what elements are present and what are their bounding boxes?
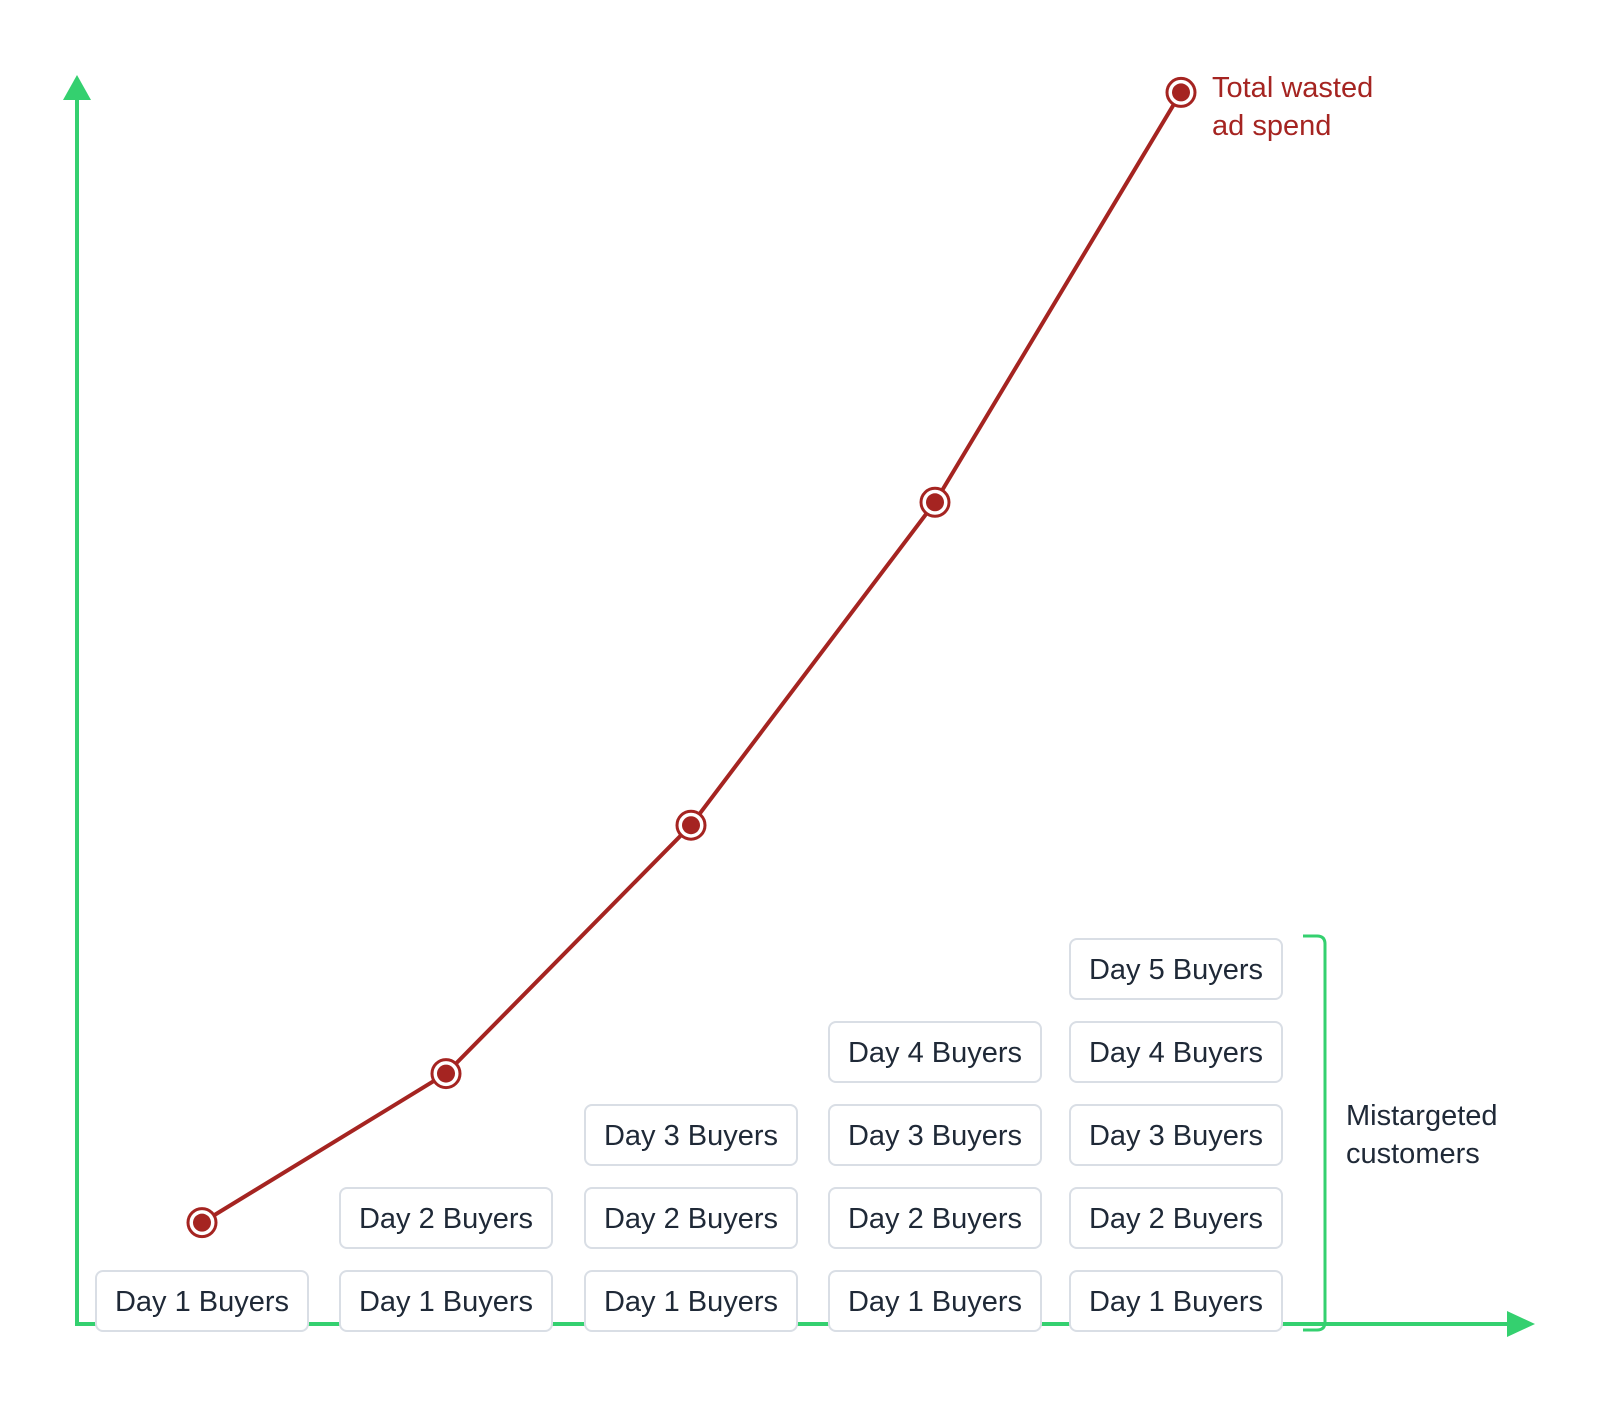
data-point-day-1 [186, 1207, 218, 1239]
mistargeted-bracket [1303, 934, 1327, 1332]
bracket-label-line-2: customers [1346, 1138, 1480, 1170]
buyer-box-label: Day 1 Buyers [115, 1286, 289, 1318]
buyer-box: Day 3 Buyers [828, 1104, 1042, 1166]
buyer-box-label: Day 3 Buyers [848, 1120, 1022, 1152]
buyer-box-label: Day 5 Buyers [1089, 954, 1263, 986]
buyer-stack-day-4: Day 1 Buyers Day 2 Buyers Day 3 Buyers Day … [828, 1021, 1042, 1332]
buyer-box: Day 1 Buyers [584, 1270, 798, 1332]
data-point-dot [437, 1064, 455, 1083]
bracket-label-line-1: Mistargeted [1346, 1100, 1498, 1132]
buyer-stack-day-1: Day 1 Buyers [95, 1270, 309, 1332]
buyer-stacks: Day 1 Buyers Day 1 BuyersDay 2 BuyersDay … [95, 938, 1283, 1332]
buyer-box-label: Day 1 Buyers [1089, 1286, 1263, 1318]
x-axis-arrow [1507, 1311, 1535, 1337]
buyer-box-label: Day 1 Buyers [359, 1286, 533, 1318]
buyer-box-label: Day 2 Buyers [604, 1203, 778, 1235]
buyer-box: Day 1 Buyers [1069, 1270, 1283, 1332]
buyer-box: Day 2 Buyers [584, 1187, 798, 1249]
buyer-box: Day 1 Buyers [339, 1270, 553, 1332]
buyer-box: Day 3 Buyers [584, 1104, 798, 1166]
buyer-box: Day 1 Buyers [828, 1270, 1042, 1332]
data-point-day-5 [1165, 76, 1197, 108]
buyer-box-label: Day 2 Buyers [848, 1203, 1022, 1235]
data-point-day-3 [675, 809, 707, 841]
buyer-stack-day-3: Day 1 Buyers Day 2 Buyers Day 3 Buyers [584, 1104, 798, 1332]
buyer-box: Day 1 Buyers [95, 1270, 309, 1332]
line-label-line-2: ad spend [1212, 110, 1331, 142]
buyer-box: Day 4 Buyers [1069, 1021, 1283, 1083]
buyer-box-label: Day 4 Buyers [1089, 1037, 1263, 1069]
annotations: Total wasted ad spend Mistargeted custom… [1212, 72, 1498, 1170]
data-point-dot [1172, 83, 1190, 102]
data-point-dot [926, 493, 944, 512]
line-label-line-1: Total wasted [1212, 72, 1373, 104]
buyer-box: Day 5 Buyers [1069, 938, 1283, 1000]
axes [63, 75, 1535, 1337]
buyer-box: Day 2 Buyers [339, 1187, 553, 1249]
data-point-day-4 [919, 486, 951, 518]
buyer-box-label: Day 1 Buyers [604, 1286, 778, 1318]
series-total-wasted-ad-spend [186, 76, 1197, 1239]
data-point-dot [682, 816, 700, 835]
data-point-dot [193, 1213, 211, 1232]
buyer-box-label: Day 4 Buyers [848, 1037, 1022, 1069]
data-point-day-2 [430, 1058, 462, 1090]
y-axis-arrow [63, 75, 91, 100]
buyer-box: Day 2 Buyers [828, 1187, 1042, 1249]
buyer-stack-day-5: Day 1 Buyers Day 2 Buyers Day 3 Buyers Day … [1069, 938, 1283, 1332]
buyer-box: Day 3 Buyers [1069, 1104, 1283, 1166]
chart: Day 1 Buyers Day 1 BuyersDay 2 BuyersDay … [63, 72, 1535, 1337]
buyer-box-label: Day 3 Buyers [1089, 1120, 1263, 1152]
buyer-box-label: Day 1 Buyers [848, 1286, 1022, 1318]
buyer-box-label: Day 2 Buyers [359, 1203, 533, 1235]
buyer-box: Day 4 Buyers [828, 1021, 1042, 1083]
buyer-stack-day-2: Day 1 Buyers Day 2 Buyers [339, 1187, 553, 1332]
buyer-box-label: Day 2 Buyers [1089, 1203, 1263, 1235]
buyer-box: Day 2 Buyers [1069, 1187, 1283, 1249]
buyer-box-label: Day 3 Buyers [604, 1120, 778, 1152]
bracket-line [1303, 934, 1327, 1332]
